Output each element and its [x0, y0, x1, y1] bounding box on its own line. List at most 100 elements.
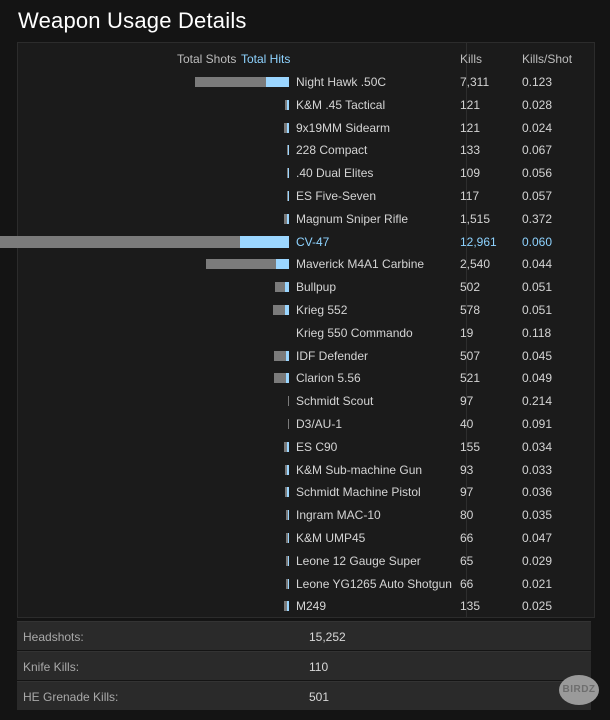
- hits-bar: [276, 259, 289, 270]
- hits-bar: [288, 510, 289, 521]
- weapon-kills: 97: [460, 394, 474, 409]
- shots-bar: [274, 350, 286, 361]
- hits-bar: [288, 145, 289, 156]
- table-row[interactable]: 228 Compact 133 0.067: [18, 140, 594, 162]
- table-row[interactable]: Bullpup 502 0.051: [18, 277, 594, 299]
- weapon-kills: 121: [460, 120, 481, 135]
- weapon-kills-per-shot: 0.025: [522, 599, 553, 614]
- weapon-kills-per-shot: 0.123: [522, 75, 553, 89]
- hits-bar: [287, 99, 289, 110]
- weapon-kills-per-shot: 0.051: [522, 280, 553, 295]
- table-row[interactable]: Leone YG1265 Auto Shotgun 66 0.021: [18, 574, 594, 596]
- weapon-kills-per-shot: 0.049: [522, 371, 553, 386]
- header-kills: Kills: [460, 52, 483, 66]
- hits-bar: [266, 77, 289, 87]
- weapon-name: Magnum Sniper Rifle: [296, 211, 409, 226]
- summary-value: 110: [309, 660, 329, 674]
- shots-bar: [288, 419, 289, 429]
- table-row[interactable]: D3/AU-1 40 0.091: [18, 414, 594, 436]
- table-row[interactable]: Krieg 552 578 0.051: [18, 300, 594, 322]
- hits-bar: [285, 305, 289, 315]
- weapon-name: ES C90: [296, 439, 338, 454]
- summary-label: Headshots:: [23, 630, 84, 644]
- weapon-kills: 66: [460, 576, 474, 591]
- weapon-usage-table: Total Shots Total Hits Kills Kills/Shot …: [0, 42, 595, 618]
- summary-label: HE Grenade Kills:: [23, 690, 119, 704]
- table-row[interactable]: ES C90 155 0.034: [18, 437, 594, 459]
- table-row[interactable]: Magnum Sniper Rifle 1,515 0.372: [18, 209, 594, 231]
- weapon-kills-per-shot: 0.036: [522, 485, 553, 500]
- page-title: Weapon Usage Details: [18, 8, 247, 33]
- summary-value: 501: [309, 690, 330, 704]
- table-row[interactable]: Schmidt Machine Pistol 97 0.036: [18, 482, 594, 504]
- hits-bar: [240, 235, 289, 248]
- table-row[interactable]: 9x19MM Sidearm 121 0.024: [18, 118, 594, 140]
- table-row[interactable]: Night Hawk .50C 7,311 0.123: [18, 72, 594, 94]
- table-row[interactable]: .40 Dual Elites 109 0.056: [18, 163, 594, 185]
- hits-bar: [287, 122, 289, 133]
- weapon-kills-per-shot: 0.214: [522, 394, 553, 409]
- weapon-kills-per-shot: 0.372: [522, 211, 553, 226]
- shots-bar: [195, 77, 266, 87]
- weapon-name: Krieg 550 Commando: [296, 325, 413, 340]
- table-row[interactable]: K&M UMP45 66 0.047: [18, 528, 594, 550]
- weapon-name: CV-47: [296, 234, 330, 249]
- table-row[interactable]: Leone 12 Gauge Super 65 0.029: [18, 551, 594, 573]
- table-row[interactable]: K&M Sub-machine Gun 93 0.033: [18, 460, 594, 482]
- weapon-kills-per-shot: 0.024: [522, 120, 553, 135]
- table-row[interactable]: Clarion 5.56 521 0.049: [18, 368, 594, 390]
- weapon-kills: 40: [460, 417, 474, 431]
- weapon-kills-per-shot: 0.067: [522, 143, 553, 158]
- weapon-name: Schmidt Machine Pistol: [296, 485, 421, 500]
- weapon-name: .40 Dual Elites: [296, 166, 374, 181]
- hits-bar: [286, 350, 289, 361]
- weapon-name: Maverick M4A1 Carbine: [296, 257, 425, 272]
- hits-bar: [287, 464, 289, 475]
- weapon-kills: 7,311: [460, 75, 490, 89]
- weapon-name: 228 Compact: [296, 143, 368, 158]
- shots-bar: [206, 259, 276, 270]
- table-row[interactable]: Krieg 550 Commando 19 0.118: [18, 323, 594, 345]
- table-row[interactable]: Schmidt Scout 97 0.214: [18, 391, 594, 413]
- weapon-kills-per-shot: 0.045: [522, 348, 553, 363]
- weapon-kills: 502: [460, 280, 481, 295]
- table-row[interactable]: CV-47 12,961 0.060: [0, 232, 594, 254]
- weapon-kills: 507: [460, 348, 481, 363]
- weapon-kills-per-shot: 0.060: [522, 234, 553, 249]
- hits-bar: [285, 282, 289, 293]
- shots-bar: [274, 373, 286, 384]
- weapon-kills-per-shot: 0.035: [522, 508, 553, 523]
- weapon-name: IDF Defender: [296, 348, 369, 363]
- weapon-name: K&M Sub-machine Gun: [296, 462, 423, 477]
- weapon-kills: 121: [460, 97, 481, 112]
- weapon-kills: 135: [460, 599, 481, 614]
- table-row[interactable]: K&M .45 Tactical 121 0.028: [18, 95, 594, 117]
- shots-bar: [288, 396, 289, 407]
- table-row[interactable]: M249 135 0.025: [18, 596, 594, 618]
- summary-knife-kills: Knife Kills: 110: [17, 651, 591, 680]
- weapon-kills: 109: [460, 166, 481, 181]
- hits-bar: [287, 487, 289, 498]
- weapon-kills: 155: [460, 439, 481, 454]
- table-row[interactable]: Ingram MAC-10 80 0.035: [18, 505, 594, 527]
- table-row[interactable]: Maverick M4A1 Carbine 2,540 0.044: [18, 254, 594, 276]
- weapon-kills-per-shot: 0.118: [522, 325, 552, 340]
- weapon-kills: 12,961: [460, 234, 497, 249]
- table-row[interactable]: IDF Defender 507 0.045: [18, 346, 594, 368]
- weapon-kills: 2,540: [460, 257, 491, 272]
- weapon-name: Krieg 552: [296, 303, 348, 317]
- summary-value: 15,252: [309, 630, 346, 644]
- hits-bar: [288, 191, 289, 201]
- weapon-kills-per-shot: 0.047: [522, 531, 553, 545]
- weapon-name: Clarion 5.56: [296, 371, 361, 386]
- weapon-name: Leone YG1265 Auto Shotgun: [296, 576, 452, 591]
- hits-bar: [288, 533, 289, 543]
- weapon-kills-per-shot: 0.091: [522, 417, 553, 431]
- weapon-kills-per-shot: 0.051: [522, 303, 553, 317]
- weapon-kills: 93: [460, 462, 474, 477]
- table-row[interactable]: ES Five-Seven 117 0.057: [18, 186, 594, 208]
- weapon-name: Leone 12 Gauge Super: [296, 553, 421, 568]
- header-total-shots: Total Shots: [177, 52, 237, 66]
- shots-bar: [275, 282, 285, 293]
- summary-headshots: Headshots: 15,252: [17, 621, 591, 650]
